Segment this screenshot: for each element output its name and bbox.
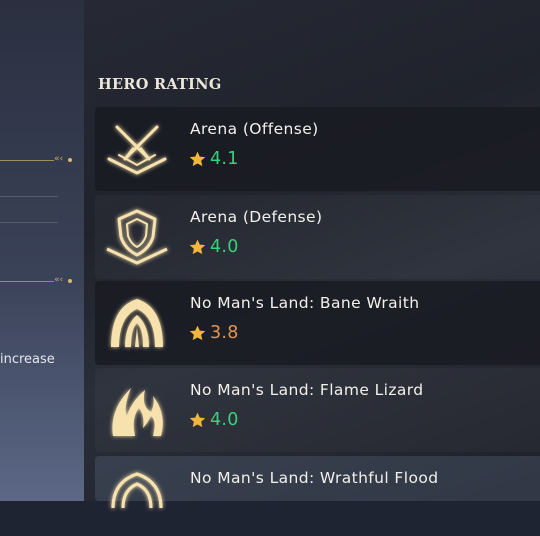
rating-row-arena-defense[interactable]: Arena (Defense) 4.0 [95,195,540,279]
star-icon [189,412,206,427]
rating-title: No Man's Land: Bane Wraith [190,294,420,312]
rating-value: 4.0 [210,410,239,430]
rating-value: 4.1 [210,149,239,169]
chevron-ornament-icon: «‹ [54,275,64,285]
rating-title: No Man's Land: Wrathful Flood [190,469,439,487]
rating-row-wrathful-flood[interactable]: No Man's Land: Wrathful Flood [95,456,540,509]
rating-title: No Man's Land: Flame Lizard [190,381,424,399]
rating-title: Arena (Offense) [190,120,319,138]
divider-line [0,281,54,282]
left-side-panel: «‹ «‹ increase [0,0,84,501]
rating-score: 4.0 [188,235,239,259]
chevron-ornament-icon: «‹ [54,154,64,164]
star-icon [189,325,206,340]
rating-row-arena-offense[interactable]: Arena (Offense) 4.1 [95,107,540,191]
rating-row-flame-lizard[interactable]: No Man's Land: Flame Lizard 4.0 [95,368,540,452]
crossed-swords-icon [107,125,167,175]
flame-icon [112,388,163,436]
star-icon [189,239,206,254]
section-title: HERO RATING [98,76,222,93]
shield-icon [106,209,168,265]
flood-icon [111,472,163,509]
wraith-icon [111,299,163,347]
increase-label: increase [0,352,55,367]
star-icon [189,151,206,166]
rating-row-bane-wraith[interactable]: No Man's Land: Bane Wraith 3.8 [95,281,540,365]
ornament-dot-icon [68,158,72,162]
rating-score: 4.1 [188,147,239,171]
rating-value: 4.0 [210,237,239,257]
divider-line [0,196,58,197]
divider-line [0,222,58,223]
rating-score: 4.0 [188,408,239,432]
ornament-dot-icon [68,279,72,283]
rating-value: 3.8 [210,323,239,343]
rating-score: 3.8 [188,321,239,345]
divider-line [0,160,54,161]
rating-title: Arena (Defense) [190,208,323,226]
